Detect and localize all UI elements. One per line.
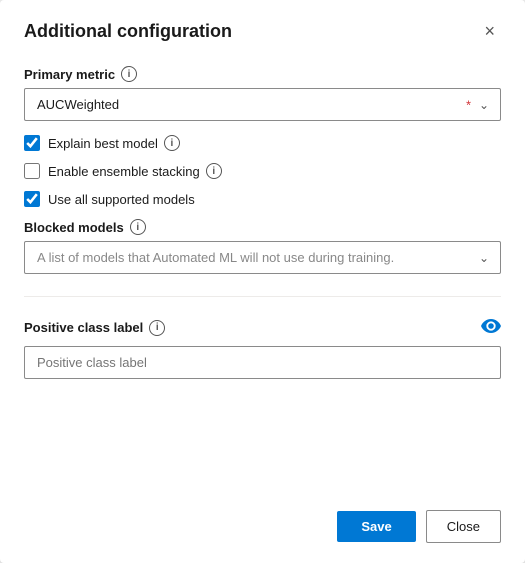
blocked-models-select-wrapper: A list of models that Automated ML will …	[24, 241, 501, 274]
dialog-close-x-button[interactable]: ×	[478, 20, 501, 42]
positive-class-label-title: Positive class label i	[24, 320, 165, 336]
dialog-footer: Save Close	[0, 498, 525, 563]
dialog-body: Primary metric i AUCWeighted Accuracy Av…	[0, 58, 525, 498]
enable-ensemble-stacking-label: Enable ensemble stacking i	[48, 163, 222, 179]
required-star: *	[466, 97, 471, 112]
close-button[interactable]: Close	[426, 510, 501, 543]
explain-best-model-row: Explain best model i	[24, 135, 501, 151]
positive-class-label-eye-icon[interactable]	[481, 317, 501, 338]
explain-best-model-checkbox[interactable]	[24, 135, 40, 151]
blocked-models-group: Blocked models i A list of models that A…	[24, 219, 501, 274]
positive-class-label-section: Positive class label i	[24, 317, 501, 379]
enable-ensemble-stacking-info-icon[interactable]: i	[206, 163, 222, 179]
blocked-models-select[interactable]: A list of models that Automated ML will …	[24, 241, 501, 274]
dialog-header: Additional configuration ×	[0, 0, 525, 58]
dialog-title: Additional configuration	[24, 21, 232, 42]
primary-metric-select-wrapper: AUCWeighted Accuracy AveragePrecisionSco…	[24, 88, 501, 121]
section-divider	[24, 296, 501, 297]
primary-metric-group: Primary metric i AUCWeighted Accuracy Av…	[24, 66, 501, 121]
positive-class-label-input[interactable]	[24, 346, 501, 379]
save-button[interactable]: Save	[337, 511, 415, 542]
use-all-supported-models-label: Use all supported models	[48, 192, 195, 207]
explain-best-model-label: Explain best model i	[48, 135, 180, 151]
enable-ensemble-stacking-checkbox[interactable]	[24, 163, 40, 179]
positive-class-label-info-icon[interactable]: i	[149, 320, 165, 336]
use-all-supported-models-row: Use all supported models	[24, 191, 501, 207]
primary-metric-label: Primary metric i	[24, 66, 501, 82]
enable-ensemble-stacking-row: Enable ensemble stacking i	[24, 163, 501, 179]
positive-class-label-header: Positive class label i	[24, 317, 501, 338]
primary-metric-info-icon[interactable]: i	[121, 66, 137, 82]
additional-configuration-dialog: Additional configuration × Primary metri…	[0, 0, 525, 563]
explain-best-model-info-icon[interactable]: i	[164, 135, 180, 151]
blocked-models-info-icon[interactable]: i	[130, 219, 146, 235]
use-all-supported-models-checkbox[interactable]	[24, 191, 40, 207]
primary-metric-select[interactable]: AUCWeighted Accuracy AveragePrecisionSco…	[24, 88, 501, 121]
blocked-models-label: Blocked models i	[24, 219, 501, 235]
